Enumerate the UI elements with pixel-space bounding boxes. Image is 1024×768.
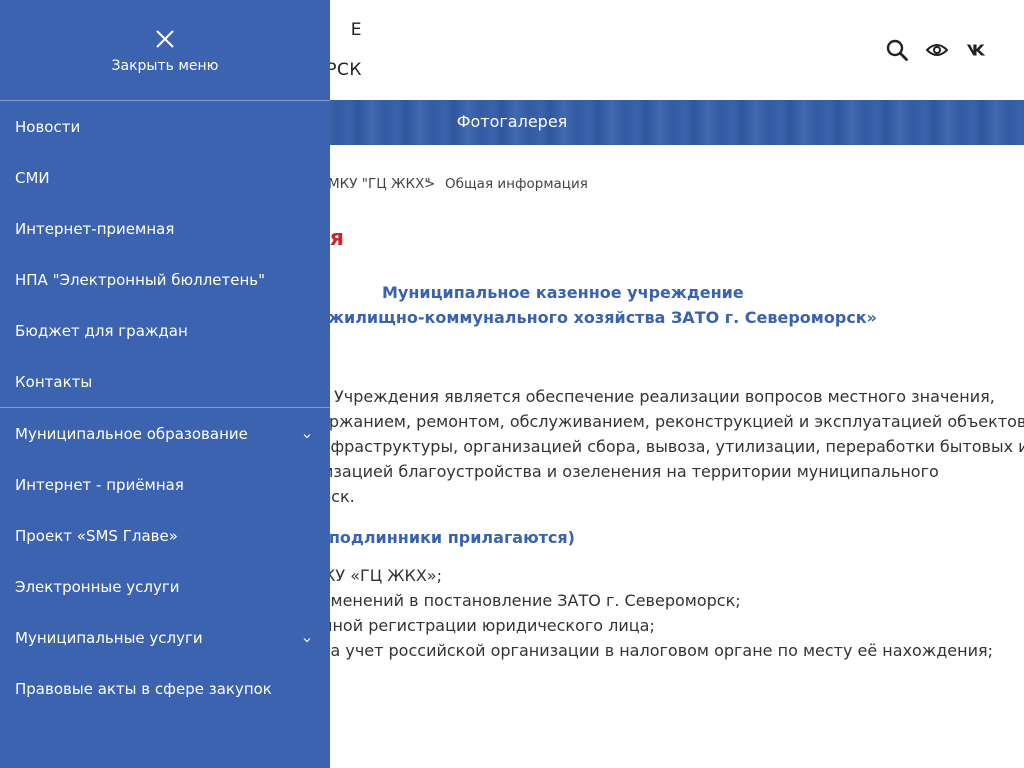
chevron-down-icon[interactable] (302, 427, 312, 439)
close-icon (154, 28, 176, 50)
menu-item-label: Интернет-приемная (15, 219, 175, 238)
menu-item-contacts[interactable]: Контакты (0, 356, 330, 407)
eye-icon[interactable] (926, 37, 948, 63)
menu-item-municipality[interactable]: Муниципальное образование (0, 407, 330, 459)
org-name-line1: Муниципальное казенное учреждение (382, 283, 744, 302)
menu-header: Закрыть меню (0, 0, 330, 101)
header-icons (886, 37, 988, 63)
menu-item-label: Контакты (15, 372, 93, 391)
document-link[interactable]: зменений в постановление ЗАТО г. Севером… (322, 591, 741, 610)
menu-item-e-services[interactable]: Электронные услуги (0, 561, 330, 612)
menu-item-label: Проект «SMS Главе» (15, 526, 178, 545)
paragraph-line: рск. (321, 487, 355, 506)
document-link[interactable]: на учет российской организации в налогов… (320, 641, 993, 660)
menu-item-label: СМИ (15, 168, 50, 187)
paragraph-line: изацией благоустройства и озеленения на … (323, 462, 939, 481)
menu-item-media[interactable]: СМИ (0, 152, 330, 203)
breadcrumb-separator: > (424, 176, 436, 192)
menu-item-sms-project[interactable]: Проект «SMS Главе» (0, 510, 330, 561)
breadcrumb-link[interactable]: МКУ "ГЦ ЖКХ" (328, 176, 431, 192)
menu-item-procurement-acts[interactable]: Правовые акты в сфере закупок (0, 663, 330, 714)
menu-item-reception[interactable]: Интернет - приёмная (0, 459, 330, 510)
chevron-down-icon[interactable] (302, 631, 312, 643)
menu-item-label: Правовые акты в сфере закупок (15, 679, 272, 698)
paragraph-line: нфраструктуры, организацией сбора, вывоз… (320, 437, 1024, 456)
side-menu: Закрыть меню Новости СМИ Интернет-приемн… (0, 0, 330, 768)
document-link[interactable]: нной регистрации юридического лица; (322, 616, 655, 635)
paragraph-line: ержанием, ремонтом, обслуживанием, рекон… (319, 412, 1024, 431)
menu-item-news[interactable]: Новости (0, 101, 330, 152)
menu-item-label: Муниципальные услуги (15, 628, 203, 647)
menu-item-npa-bulletin[interactable]: НПА "Электронный бюллетень" (0, 254, 330, 305)
document-link[interactable]: КУ «ГЦ ЖКХ»; (324, 566, 442, 585)
menu-item-label: Новости (15, 117, 81, 136)
menu-item-internet-reception[interactable]: Интернет-приемная (0, 203, 330, 254)
menu-item-label: НПА "Электронный бюллетень" (15, 270, 266, 289)
menu-item-budget[interactable]: Бюджет для граждан (0, 305, 330, 356)
menu-item-label: Бюджет для граждан (15, 321, 188, 340)
close-menu-label: Закрыть меню (111, 58, 219, 74)
menu-item-label: Муниципальное образование (15, 424, 248, 443)
menu-item-label: Интернет - приёмная (15, 475, 184, 494)
vk-icon[interactable] (966, 37, 988, 63)
menu-item-municipal-services[interactable]: Муниципальные услуги (0, 612, 330, 663)
menu-list: Новости СМИ Интернет-приемная НПА "Элект… (0, 101, 330, 714)
menu-item-label: Электронные услуги (15, 577, 180, 596)
paragraph-line: Учреждения является обеспечение реализац… (334, 387, 995, 406)
close-menu-button[interactable]: Закрыть меню (0, 28, 330, 74)
search-icon[interactable] (886, 37, 908, 63)
breadcrumb-current: Общая информация (445, 176, 588, 192)
